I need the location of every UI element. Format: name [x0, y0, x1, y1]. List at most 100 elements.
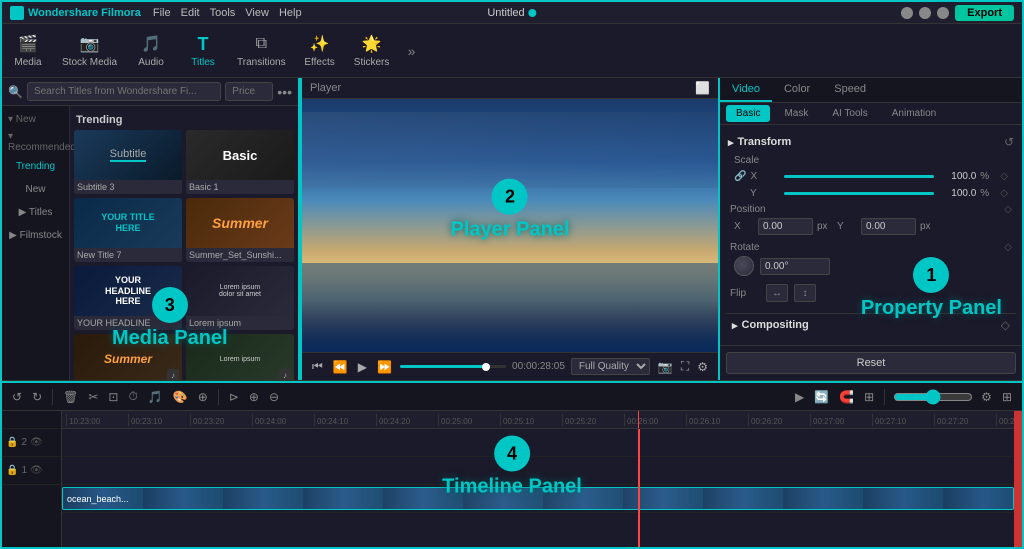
menu-edit[interactable]: Edit	[181, 7, 200, 19]
list-item[interactable]: Summer Summer_Set_Sunshi...	[186, 198, 294, 262]
scale-x-slider[interactable]	[784, 175, 934, 178]
tl-stabilize-button[interactable]: ⊕	[196, 388, 210, 406]
position-x-input[interactable]	[758, 218, 813, 235]
tl-audio-button[interactable]: 🎵	[146, 388, 165, 406]
list-item[interactable]: Subtitle Subtitle 3	[74, 130, 182, 194]
list-item[interactable]: Basic Basic 1	[186, 130, 294, 194]
fullscreen-button[interactable]: ⛶	[679, 357, 691, 376]
compositing-icon: ▸	[732, 319, 738, 332]
transform-reset-icon[interactable]: ↺	[1004, 135, 1014, 149]
export-button[interactable]: Export	[955, 5, 1014, 21]
tl-play-button[interactable]: ▶	[793, 388, 806, 406]
position-reset[interactable]: ◇	[1004, 204, 1012, 215]
nav-filmstock[interactable]: ▶ Filmstock	[2, 224, 69, 247]
nav-new[interactable]: New	[2, 178, 69, 201]
timeline-zoom-slider[interactable]	[893, 389, 973, 405]
subtab-aitools[interactable]: AI Tools	[822, 105, 877, 122]
prev-frame-button[interactable]: ⏮	[310, 357, 325, 376]
settings-button[interactable]: ⚙	[695, 357, 710, 376]
tl-snap-button[interactable]: 🧲	[837, 388, 856, 406]
tl-speed-button[interactable]: ⏱	[126, 387, 139, 406]
lock-icon-2: 🔒	[6, 465, 18, 476]
list-item[interactable]: Lorem ipsum ♪ Title_41	[186, 334, 294, 380]
tool-stickers[interactable]: 🌟 Stickers	[354, 33, 390, 68]
tl-color-button[interactable]: 🎨	[171, 388, 190, 406]
player-video[interactable]	[302, 99, 718, 352]
quality-select[interactable]: Full Quality	[571, 358, 650, 375]
tool-effects[interactable]: ✨ Effects	[302, 33, 338, 68]
tl-undo-button[interactable]: ↺	[10, 388, 24, 406]
tl-split-button[interactable]: ✂	[86, 388, 100, 406]
playhead-handle[interactable]	[1014, 411, 1022, 549]
timecode: 00:00:28:05	[512, 361, 565, 372]
reset-button[interactable]: Reset	[726, 352, 1016, 374]
eye-icon[interactable]: 👁	[30, 437, 43, 448]
player-title: Player	[310, 82, 341, 94]
fast-forward-button[interactable]: ⏩	[375, 358, 394, 376]
popout-icon[interactable]: ⬜	[695, 81, 710, 95]
tl-delete-button[interactable]: 🗑	[61, 388, 80, 406]
lorem-thumbnail: Lorem ipsumdolor sit amet	[186, 266, 294, 316]
minimize-button[interactable]	[901, 7, 913, 19]
tl-zoom-out-button[interactable]: ⊖	[267, 388, 281, 406]
nav-titles[interactable]: ▶ Titles	[2, 201, 69, 224]
rotate-reset[interactable]: ◇	[1004, 242, 1012, 253]
video-clip[interactable]: ocean_beach...	[62, 487, 1014, 510]
subtab-mask[interactable]: Mask	[774, 105, 818, 122]
tool-stock-media[interactable]: 📷 Stock Media	[62, 33, 117, 68]
menu-view[interactable]: View	[245, 7, 269, 19]
eye-icon-2[interactable]: 👁	[30, 465, 43, 476]
scale-y-reset[interactable]: ◇	[1000, 188, 1008, 199]
tool-transitions[interactable]: ⧉ Transitions	[237, 33, 286, 68]
play-button[interactable]: ▶	[356, 358, 369, 376]
price-filter[interactable]	[225, 82, 273, 101]
tl-redo-button[interactable]: ↻	[30, 388, 44, 406]
snapshot-button[interactable]: 📷	[656, 357, 675, 376]
tab-color[interactable]: Color	[772, 78, 822, 102]
list-item[interactable]: YOUR TITLEHERE New Title 7	[74, 198, 182, 262]
search-more-icon[interactable]: •••	[277, 84, 292, 100]
tl-options-button[interactable]: ⚙	[979, 388, 994, 406]
toolbar-expand-icon[interactable]: »	[408, 43, 416, 59]
summer2-thumbnail: Summer ♪	[74, 334, 182, 380]
menu-tools[interactable]: Tools	[210, 7, 236, 19]
rotate-dial[interactable]	[734, 256, 754, 276]
menu-file[interactable]: File	[153, 7, 171, 19]
subtab-animation[interactable]: Animation	[882, 105, 946, 122]
scale-container: Scale 🔗 X 100.0 % ◇	[726, 153, 1016, 202]
tool-media[interactable]: 🎬 Media	[10, 33, 46, 68]
list-item[interactable]: YOURHEADLINEHERE YOUR HEADLINE	[74, 266, 182, 330]
close-button[interactable]	[937, 7, 949, 19]
list-item[interactable]: Summer ♪ Summer Set Sunshi...	[74, 334, 182, 380]
tl-fit-button[interactable]: ⊞	[862, 388, 876, 406]
compositing-reset-icon[interactable]: ◇	[1001, 318, 1010, 332]
position-y-input[interactable]	[861, 218, 916, 235]
tool-titles[interactable]: T Titles	[185, 33, 221, 68]
effects-icon: ✨	[309, 33, 331, 55]
tl-zoom-in-button[interactable]: ⊕	[247, 388, 261, 406]
menu-help[interactable]: Help	[279, 7, 302, 19]
timeline-toolbar: ↺ ↻ 🗑 ✂ ⊡ ⏱ 🎵 🎨 ⊕ ⊳ ⊕ ⊖ ▶ 🔄 🧲 ⊞ ⚙ ⊞	[2, 383, 1022, 411]
scale-y-slider[interactable]	[784, 192, 934, 195]
nav-trending[interactable]: Trending	[2, 155, 69, 178]
scale-x-reset[interactable]: ◇	[1000, 171, 1008, 182]
tool-audio[interactable]: 🎵 Audio	[133, 33, 169, 68]
tab-speed[interactable]: Speed	[822, 78, 878, 102]
subtab-basic[interactable]: Basic	[726, 105, 770, 122]
tl-crop-button[interactable]: ⊡	[106, 388, 120, 406]
rotate-input[interactable]	[760, 258, 830, 275]
transform-header[interactable]: ▸ Transform ↺	[726, 131, 1016, 153]
main-content: 🔍 ••• ▾ New ▾ Recommended Trending	[2, 78, 1022, 381]
flip-vertical-button[interactable]: ↕	[794, 284, 816, 302]
transform-title: ▸ Transform	[728, 136, 791, 149]
search-input[interactable]	[27, 82, 221, 101]
maximize-button[interactable]	[919, 7, 931, 19]
tab-video[interactable]: Video	[720, 78, 772, 102]
tl-render-button[interactable]: 🔄	[812, 388, 831, 406]
list-item[interactable]: Lorem ipsumdolor sit amet Lorem ipsum	[186, 266, 294, 330]
tl-grid-button[interactable]: ⊞	[1000, 388, 1014, 406]
flip-horizontal-button[interactable]: ↔	[766, 284, 788, 302]
tl-marker-button[interactable]: ⊳	[227, 388, 241, 406]
playback-progress[interactable]	[400, 365, 506, 368]
rewind-button[interactable]: ⏪	[331, 358, 350, 376]
